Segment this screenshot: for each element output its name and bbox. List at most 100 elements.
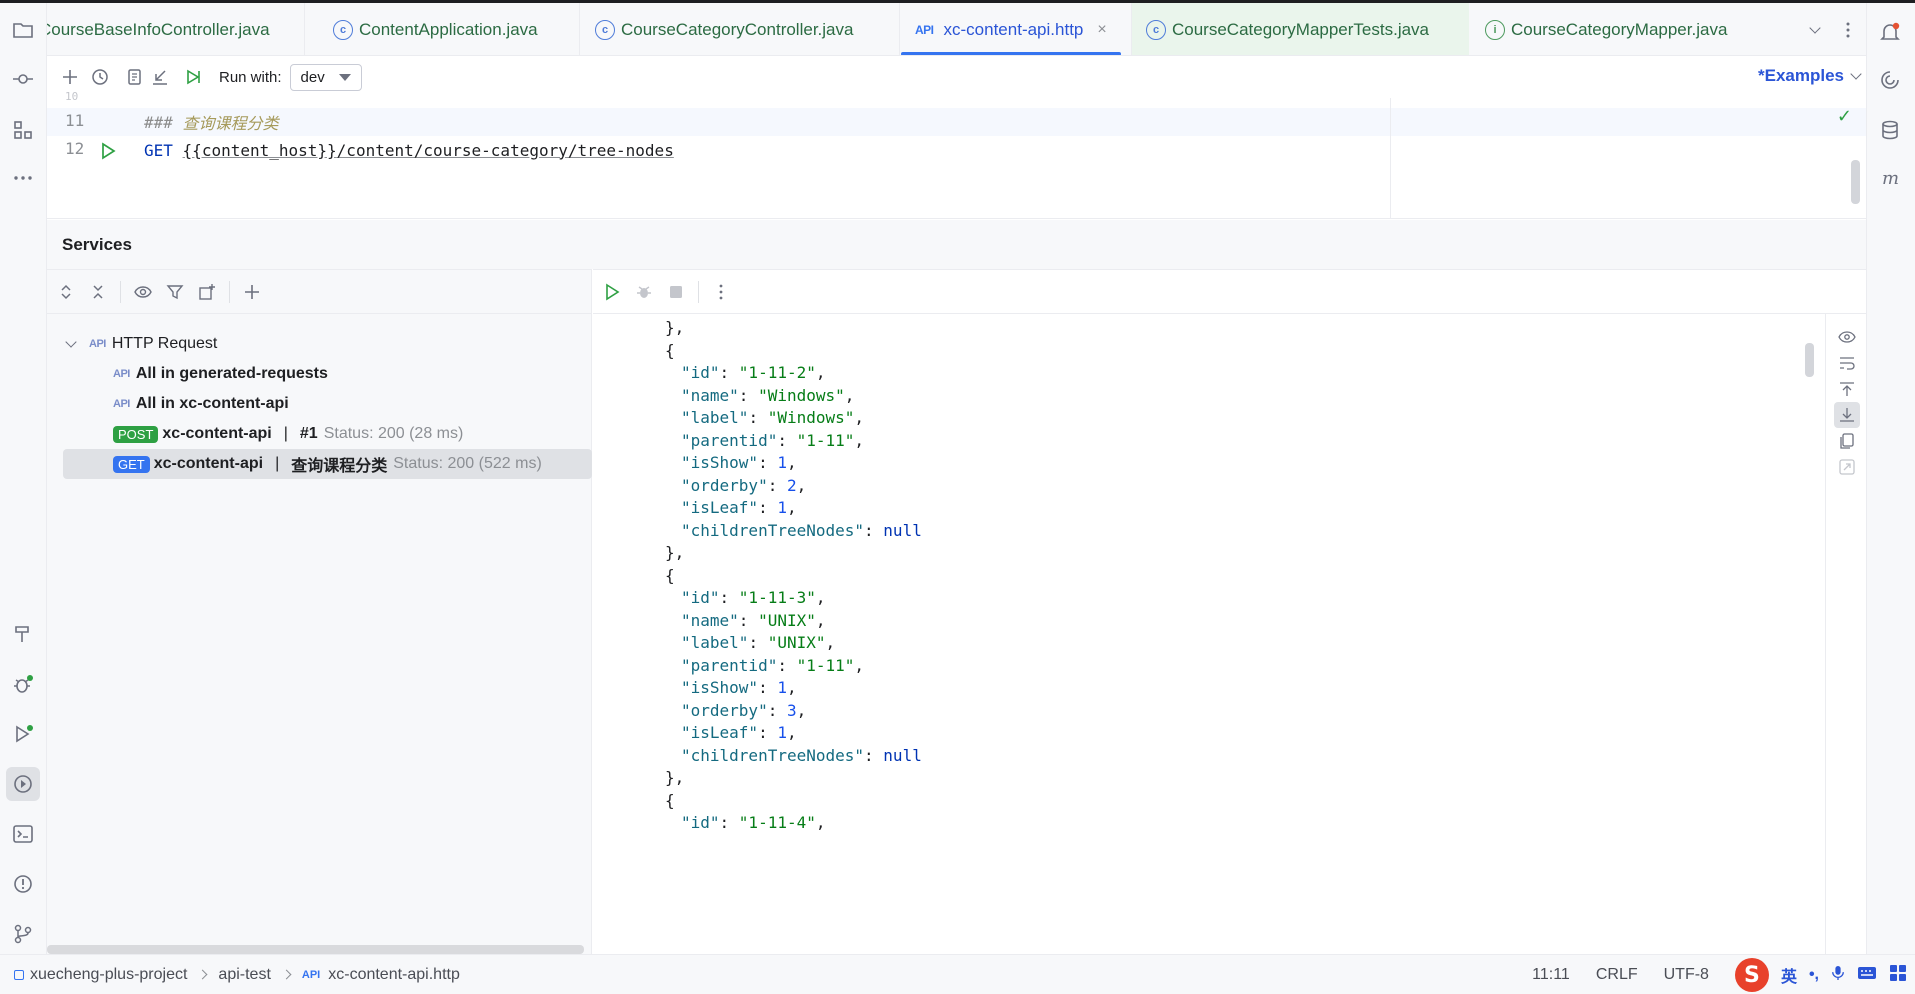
tree-item-all-xc-content[interactable]: API All in xc-content-api <box>47 389 592 419</box>
tab-content-application[interactable]: c ContentApplication.java <box>333 3 538 55</box>
examples-dropdown[interactable]: *Examples <box>1758 66 1862 86</box>
toolbar-separator <box>698 280 699 303</box>
project-folder-icon[interactable] <box>6 13 40 47</box>
environment-select[interactable]: dev <box>289 63 362 91</box>
copy-curl-icon[interactable] <box>121 64 147 90</box>
http-method: GET <box>144 140 173 160</box>
maven-icon[interactable]: m <box>1873 161 1907 195</box>
line-number-partial: 10 <box>65 90 79 103</box>
filter-icon[interactable] <box>162 279 188 305</box>
breadcrumb-item[interactable]: xuecheng-plus-project <box>30 966 187 984</box>
url-variable[interactable]: {{content_host}} <box>183 141 337 160</box>
json-key: "childrenTreeNodes" <box>681 520 865 540</box>
request-file-name: xc-content-api <box>153 455 264 472</box>
soft-wrap-icon[interactable] <box>1834 350 1860 376</box>
file-encoding[interactable]: UTF-8 <box>1664 966 1709 984</box>
breadcrumb-chevron-icon <box>197 969 208 980</box>
response-scrollbar[interactable] <box>1805 343 1814 377</box>
database-icon[interactable] <box>1873 113 1907 147</box>
api-icon: API <box>915 22 934 37</box>
run-icon[interactable] <box>6 717 40 751</box>
tab-course-category-mapper[interactable]: i CourseCategoryMapper.java <box>1485 3 1727 55</box>
tab-xc-content-api-http[interactable]: API xc-content-api.http × <box>901 3 1121 55</box>
inspection-ok-icon[interactable]: ✓ <box>1837 106 1852 127</box>
debug-icon[interactable] <box>6 667 40 701</box>
preview-eye-icon[interactable] <box>1834 324 1860 350</box>
rerun-icon[interactable] <box>599 279 625 305</box>
scroll-to-end-icon[interactable] <box>1834 402 1860 428</box>
ime-language[interactable]: 英 <box>1781 963 1797 987</box>
json-punctuation: { <box>665 565 675 585</box>
ai-assistant-icon[interactable] <box>1873 63 1907 97</box>
tree-item-label: All in generated-requests <box>135 365 328 382</box>
copy-response-icon[interactable] <box>1834 428 1860 454</box>
more-tools-icon[interactable] <box>6 161 40 195</box>
json-key: "id" <box>681 813 720 832</box>
close-tab-icon[interactable]: × <box>1097 21 1106 39</box>
comment-prefix: ### <box>144 112 173 132</box>
chevron-down-icon[interactable] <box>65 336 77 348</box>
dropdown-caret-icon <box>338 73 351 81</box>
svg-text:m: m <box>1882 168 1899 189</box>
expand-all-icon[interactable] <box>53 279 79 305</box>
commit-icon[interactable] <box>6 62 40 96</box>
scroll-to-top-icon[interactable] <box>1834 376 1860 402</box>
tree-root-http-request[interactable]: API HTTP Request <box>47 329 592 359</box>
microphone-icon[interactable] <box>1831 964 1845 987</box>
add-request-icon[interactable] <box>57 64 83 90</box>
terminal-icon[interactable] <box>6 817 40 851</box>
request-name: #1 <box>299 425 318 442</box>
tab-more-options-icon[interactable] <box>1835 17 1861 43</box>
new-group-icon[interactable] <box>194 279 220 305</box>
json-line: { <box>665 562 675 589</box>
tree-item-all-generated[interactable]: API All in generated-requests <box>47 359 592 389</box>
comment-text: 查询课程分类 <box>182 114 279 133</box>
breadcrumb-item[interactable]: api-test <box>218 966 270 984</box>
environment-value: dev <box>300 68 325 86</box>
history-clock-icon[interactable] <box>87 64 113 90</box>
editor-scrollbar[interactable] <box>1851 160 1860 204</box>
view-options-eye-icon[interactable] <box>130 279 156 305</box>
collapse-all-icon[interactable] <box>85 279 111 305</box>
separator: | <box>283 425 288 442</box>
tree-item-post-request[interactable]: POST xc-content-api | #1 Status: 200 (28… <box>47 419 592 449</box>
tab-course-category-mapper-tests[interactable]: c CourseCategoryMapperTests.java <box>1132 3 1470 55</box>
run-request-gutter-icon[interactable] <box>98 141 118 161</box>
structure-icon[interactable] <box>6 113 40 147</box>
url-path[interactable]: /content/course-category/tree-nodes <box>337 141 674 160</box>
ime-punctuation[interactable]: •, <box>1809 966 1819 984</box>
notifications-bell-icon[interactable] <box>1873 15 1907 49</box>
run-all-requests-icon[interactable] <box>181 64 207 90</box>
tree-item-get-request[interactable]: GET xc-content-api | 查询课程分类 Status: 200 … <box>47 449 592 479</box>
build-hammer-icon[interactable] <box>6 617 40 651</box>
json-punctuation: }, <box>665 318 685 337</box>
tab-course-category-controller[interactable]: c CourseCategoryController.java <box>595 3 853 55</box>
code-editor[interactable]: 10 11 12 ### 查询课程分类 GET {{content_host}}… <box>47 90 1866 219</box>
module-icon <box>14 969 24 980</box>
services-icon[interactable] <box>6 767 40 801</box>
tree-horizontal-scrollbar[interactable] <box>47 945 584 954</box>
ime-logo-icon[interactable]: S <box>1734 958 1769 992</box>
ime-grid-icon[interactable] <box>1889 964 1907 987</box>
more-options-icon[interactable] <box>708 279 734 305</box>
tab-label: CourseCategoryMapperTests.java <box>1172 19 1430 39</box>
line-ending[interactable]: CRLF <box>1596 966 1638 984</box>
problems-icon[interactable] <box>6 867 40 901</box>
response-json-view[interactable]: },{"id": "1-11-2", "name": "Windows", "lab… <box>593 314 1813 954</box>
tree-item-label: All in xc-content-api <box>135 395 289 412</box>
tab-course-base-info-controller[interactable]: CourseBaseInfoController.java <box>47 3 270 55</box>
keyboard-icon[interactable] <box>1857 965 1877 986</box>
caret-position[interactable]: 11:11 <box>1532 966 1570 984</box>
services-tree-panel: API HTTP Request API All in generated-re… <box>47 269 592 954</box>
json-key: "parentid" <box>681 430 778 450</box>
import-icon[interactable] <box>147 64 173 90</box>
git-branch-icon[interactable] <box>6 917 40 951</box>
breadcrumb-item[interactable]: xc-content-api.http <box>328 966 460 984</box>
breadcrumb-chevron-icon <box>281 969 292 980</box>
json-key: "orderby" <box>681 700 768 720</box>
add-service-icon[interactable] <box>239 279 265 305</box>
class-icon: c <box>333 19 353 40</box>
json-value: 1 <box>777 723 787 742</box>
tabs-dropdown-icon[interactable] <box>1802 17 1828 43</box>
json-value: 1 <box>777 678 787 697</box>
